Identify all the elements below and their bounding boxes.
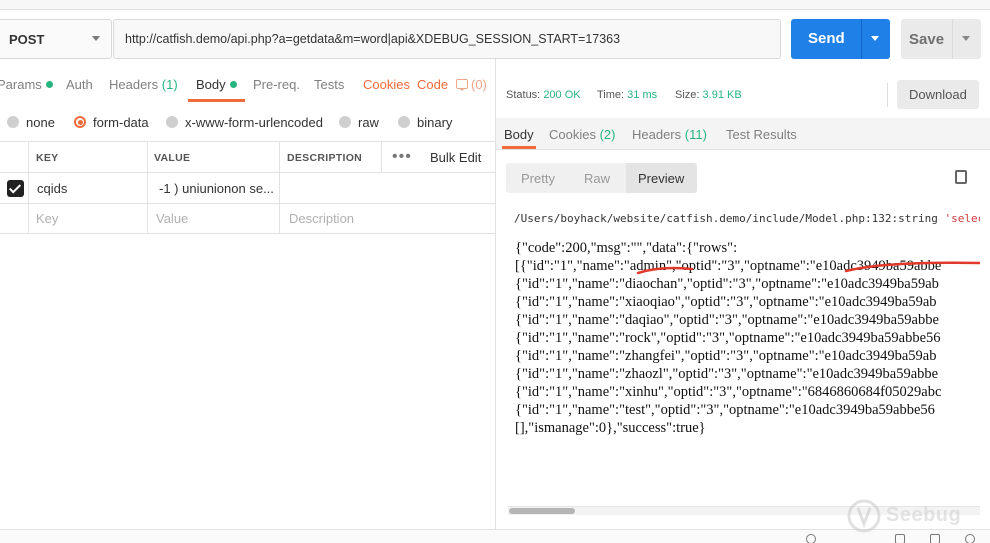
tab-prereq[interactable]: Pre-req.: [253, 77, 300, 92]
tab-body[interactable]: Body: [196, 77, 237, 92]
send-dropdown-chevron-icon[interactable]: [871, 36, 879, 41]
new-value-input[interactable]: Value: [156, 211, 188, 226]
tab-headers[interactable]: Headers (1): [109, 77, 178, 92]
json-line: {"id":"1","name":"zhangfei","optid":"3",…: [515, 348, 937, 364]
response-active-indicator: [502, 146, 536, 149]
search-icon[interactable]: [806, 534, 816, 543]
params-dot-icon: [45, 81, 53, 88]
messages-count: (0): [471, 77, 487, 92]
previous-tab-strip: [0, 0, 990, 10]
help-icon[interactable]: [965, 534, 975, 543]
table-col-divider: [28, 141, 29, 233]
table-border: [0, 203, 495, 204]
cookies-link[interactable]: Cookies: [363, 77, 410, 92]
url-value: http://catfish.demo/api.php?a=getdata&m=…: [125, 32, 621, 46]
radio-circle-icon: [166, 116, 178, 128]
status-value: 200 OK: [543, 89, 581, 101]
json-line: {"code":200,"msg":"","data":{"rows":: [515, 240, 738, 256]
url-input[interactable]: http://catfish.demo/api.php?a=getdata&m=…: [113, 19, 781, 59]
keyboard-icon[interactable]: [930, 534, 940, 543]
radio-circle-icon: [7, 116, 19, 128]
radio-circle-icon: [339, 116, 351, 128]
send-divider: [861, 19, 862, 59]
bulk-edit-link[interactable]: Bulk Edit: [430, 150, 481, 165]
tab-auth[interactable]: Auth: [66, 77, 93, 92]
table-col-divider: [381, 141, 382, 172]
response-time: Time: 31 ms: [597, 89, 658, 101]
send-label: Send: [808, 30, 845, 47]
response-tab-body[interactable]: Body: [504, 127, 534, 142]
table-col-divider: [279, 141, 280, 233]
radio-selected-icon: [74, 116, 86, 128]
table-border: [0, 172, 495, 173]
seebug-watermark: Seebug: [846, 498, 961, 537]
json-line: {"id":"1","name":"diaochan","optid":"3",…: [515, 276, 939, 292]
red-underline-annotation: [844, 261, 980, 273]
active-tab-indicator: [188, 99, 245, 102]
debug-path: /Users/boyhack/website/catfish.demo/incl…: [514, 212, 980, 225]
scrollbar-thumb[interactable]: [509, 508, 575, 514]
radio-circle-icon: [398, 116, 410, 128]
size-value: 3.91 KB: [702, 89, 742, 101]
table-col-divider: [147, 141, 148, 233]
response-preview[interactable]: /Users/boyhack/website/catfish.demo/incl…: [506, 204, 980, 500]
headers-count: (1): [161, 77, 178, 92]
red-underline-annotation: [636, 266, 694, 275]
tab-tests[interactable]: Tests: [314, 77, 344, 92]
view-raw-button[interactable]: Raw: [584, 171, 610, 186]
response-tab-test-results[interactable]: Test Results: [726, 127, 797, 142]
param-value-cell[interactable]: -1 ) uniunionon se...: [159, 181, 274, 196]
code-link[interactable]: Code: [417, 77, 448, 92]
status-bar: [0, 529, 990, 543]
json-line: {"id":"1","name":"daqiao","optid":"3","o…: [515, 312, 939, 328]
radio-none[interactable]: none: [7, 115, 55, 130]
new-description-input[interactable]: Description: [289, 211, 354, 226]
radio-form-data[interactable]: form-data: [74, 115, 149, 130]
save-divider: [952, 19, 953, 59]
json-line: {"id":"1","name":"zhaozl","optid":"3","o…: [515, 366, 939, 382]
radio-raw[interactable]: raw: [339, 115, 379, 130]
save-button[interactable]: Save: [901, 19, 981, 59]
view-preview-button[interactable]: Preview: [638, 171, 684, 186]
seebug-logo-icon: [847, 499, 881, 533]
radio-binary[interactable]: binary: [398, 115, 452, 130]
response-tab-headers[interactable]: Headers (11): [632, 127, 707, 142]
debug-string: 'selec: [944, 212, 980, 225]
json-line: {"id":"1","name":"rock","optid":"3","opt…: [515, 330, 941, 346]
table-border: [0, 233, 495, 234]
save-label: Save: [909, 31, 945, 48]
chevron-down-icon: [92, 36, 100, 41]
param-key-cell[interactable]: cqids: [37, 181, 67, 196]
method-select[interactable]: POST: [0, 19, 112, 59]
table-border: [0, 141, 495, 142]
response-status: Status: 200 OK: [506, 89, 581, 101]
json-line: {"id":"1","name":"test","optid":"3","opt…: [515, 402, 935, 418]
column-header-description: DESCRIPTION: [287, 152, 363, 164]
new-key-input[interactable]: Key: [36, 211, 58, 226]
body-dot-icon: [229, 81, 237, 88]
layout-icon[interactable]: [895, 534, 905, 543]
column-header-value: VALUE: [154, 152, 191, 164]
json-line: [],"ismanage":0},"success":true}: [515, 420, 706, 436]
method-label: POST: [9, 32, 45, 47]
save-dropdown-chevron-icon[interactable]: [962, 36, 970, 41]
more-options-icon[interactable]: •••: [392, 148, 412, 166]
response-tab-cookies[interactable]: Cookies (2): [549, 127, 615, 142]
send-button[interactable]: Send: [791, 19, 890, 59]
time-value: 31 ms: [627, 89, 658, 101]
row-enabled-checkbox[interactable]: [7, 180, 24, 197]
download-button[interactable]: Download: [897, 80, 979, 109]
response-size: Size: 3.91 KB: [675, 89, 742, 101]
message-icon[interactable]: [456, 79, 468, 91]
tab-params[interactable]: Params: [0, 77, 53, 92]
copy-icon[interactable]: [952, 167, 967, 184]
column-header-key: KEY: [36, 152, 59, 164]
radio-x-www-form-urlencoded[interactable]: x-www-form-urlencoded: [166, 115, 323, 130]
view-pretty-button[interactable]: Pretty: [521, 171, 555, 186]
status-divider: [887, 83, 888, 107]
json-line: {"id":"1","name":"xinhu","optid":"3","op…: [515, 384, 942, 400]
json-line: {"id":"1","name":"xiaoqiao","optid":"3",…: [515, 294, 937, 310]
